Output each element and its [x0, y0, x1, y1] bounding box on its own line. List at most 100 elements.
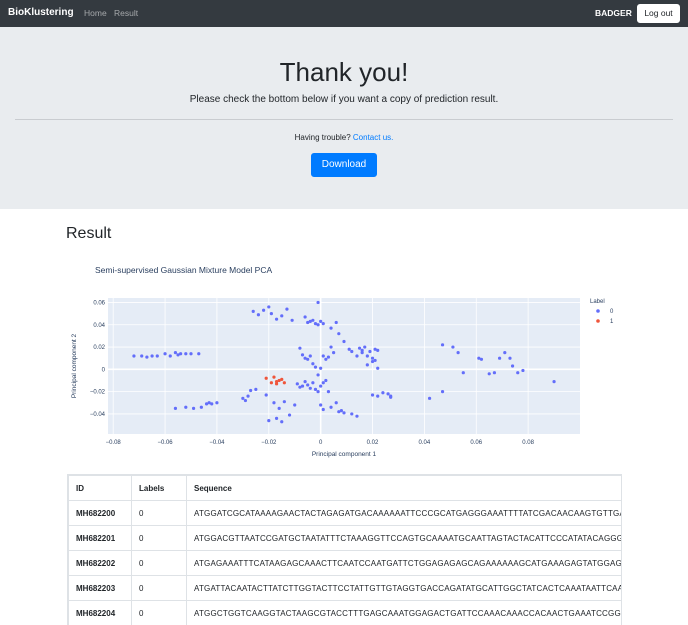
data-point-label-0	[342, 411, 346, 415]
data-point-label-0	[334, 320, 338, 325]
data-point-label-0	[508, 356, 512, 360]
data-point-label-0	[308, 354, 312, 358]
data-point-label-0	[140, 354, 144, 358]
data-point-label-0	[173, 351, 178, 355]
data-point-label-0	[451, 345, 455, 349]
data-point-label-0	[277, 406, 281, 410]
data-point-label-0	[389, 394, 393, 398]
data-point-label-0	[370, 393, 375, 397]
download-button[interactable]: Download	[311, 153, 377, 177]
row-id: MH682204	[68, 600, 132, 625]
x-tick-label: 0.06	[470, 440, 482, 446]
trouble-label: Having trouble?	[294, 133, 351, 142]
x-tick-label: −0.08	[106, 440, 122, 446]
y-tick-label: 0	[102, 367, 106, 373]
y-tick-label: −0.04	[90, 412, 106, 418]
data-point-label-0	[365, 363, 369, 367]
data-point-label-0	[492, 371, 497, 375]
data-point-label-0	[264, 393, 268, 397]
data-point-label-0	[365, 354, 369, 358]
data-point-label-0	[254, 387, 258, 392]
data-point-label-0	[155, 354, 159, 358]
data-point-label-0	[376, 394, 380, 398]
data-point-label-0	[321, 322, 325, 326]
data-point-label-0	[282, 400, 286, 404]
data-point-label-0	[321, 381, 325, 385]
data-point-label-0	[498, 356, 502, 360]
row-sequence: ATGGACGTTAATCCGATGCTAATATTTCTAAAGGTTCCAG…	[186, 525, 621, 551]
data-point-label-1	[269, 381, 273, 385]
data-point-label-0	[347, 347, 351, 351]
row-id: MH682203	[68, 575, 132, 601]
data-point-label-0	[246, 394, 250, 398]
data-point-label-0	[326, 390, 331, 394]
data-point-label-0	[376, 348, 380, 352]
data-point-label-0	[342, 339, 346, 344]
row-sequence: ATGGATCGCATAAAAGAACTACTAGAGATGACAAAAAATT…	[186, 500, 621, 526]
x-axis-title: Principal component 1	[312, 451, 377, 458]
data-point-label-0	[329, 405, 333, 409]
data-point-label-0	[479, 357, 484, 361]
x-tick-label: 0	[319, 440, 323, 446]
data-point-label-0	[179, 352, 183, 356]
brand-logo[interactable]: BioKlustering	[8, 7, 74, 18]
header-id: ID	[68, 475, 132, 501]
data-point-label-0	[319, 403, 323, 407]
data-point-label-0	[324, 378, 328, 383]
data-point-label-0	[324, 357, 328, 361]
x-tick-label: 0.04	[419, 440, 431, 446]
thank-you-banner: Thank you! Please check the bottom below…	[0, 27, 688, 209]
data-point-label-0	[381, 391, 385, 395]
logout-button[interactable]: Log out	[637, 4, 680, 23]
data-point-label-0	[262, 308, 266, 312]
data-point-label-0	[360, 348, 364, 352]
nav-link-result[interactable]: Result	[114, 8, 138, 18]
table-row: MH682201 0 ATGGACGTTAATCCGATGCTAATATTTCT…	[68, 525, 621, 551]
data-point-label-0	[316, 300, 320, 305]
data-point-label-0	[316, 323, 320, 327]
data-point-label-0	[311, 381, 315, 385]
data-point-label-0	[316, 373, 320, 377]
page-title: Thank you!	[279, 57, 409, 87]
data-point-label-0	[427, 396, 432, 400]
data-point-label-0	[461, 371, 465, 375]
data-point-label-0	[386, 392, 390, 396]
y-tick-label: 0.04	[93, 323, 105, 329]
legend-marker-0	[596, 309, 600, 313]
data-point-label-0	[487, 372, 491, 376]
data-point-label-0	[337, 332, 341, 336]
data-point-label-0	[306, 320, 310, 325]
data-point-label-1	[272, 375, 276, 379]
data-point-label-0	[256, 313, 261, 317]
data-point-label-0	[210, 402, 214, 406]
data-point-label-0	[173, 406, 178, 410]
table-row: MH682203 0 ATGATTACAATACTTATCTTGGTACTTCC…	[68, 575, 621, 601]
data-point-label-0	[373, 358, 377, 363]
data-point-label-0	[197, 352, 201, 356]
data-point-label-0	[516, 371, 520, 375]
row-label: 0	[131, 575, 187, 601]
nav-link-home[interactable]: Home	[84, 8, 107, 18]
data-point-label-0	[355, 414, 359, 418]
data-point-label-0	[311, 318, 315, 322]
data-point-label-0	[145, 355, 149, 359]
nav-username[interactable]: BADGER	[595, 8, 632, 18]
pca-scatter-plot[interactable]: −0.08 −0.06 −0.04 −0.02 0 0.02 0.04 0.06 0.08 0.0…	[60, 290, 630, 460]
data-point-label-0	[272, 401, 276, 405]
data-point-label-0	[132, 354, 136, 358]
data-point-label-0	[241, 396, 245, 400]
x-tick-label: −0.02	[261, 440, 277, 446]
legend-label-1: 1	[610, 319, 614, 325]
contact-link[interactable]: Contact us.	[353, 133, 393, 142]
row-label: 0	[131, 550, 187, 576]
data-point-label-0	[440, 343, 445, 347]
data-point-label-0	[293, 403, 297, 407]
data-point-label-0	[300, 353, 305, 357]
y-tick-label: 0.06	[93, 300, 105, 306]
data-point-label-0	[368, 349, 372, 354]
x-tick-label: 0.08	[522, 440, 534, 446]
data-point-label-0	[163, 352, 167, 356]
data-point-label-0	[280, 314, 284, 318]
result-table: ID Labels Sequence MH682200 0 ATGGATCGCA…	[67, 474, 622, 625]
data-point-label-0	[251, 309, 255, 313]
